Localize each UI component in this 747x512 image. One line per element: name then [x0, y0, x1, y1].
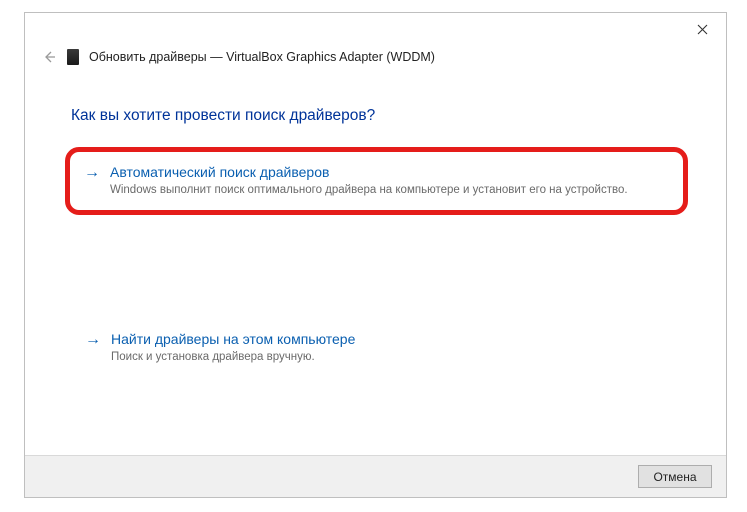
- dialog-window: Обновить драйверы — VirtualBox Graphics …: [24, 12, 727, 498]
- close-icon[interactable]: [688, 15, 716, 43]
- title-bar: [25, 13, 726, 45]
- header-row: Обновить драйверы — VirtualBox Graphics …: [25, 45, 726, 65]
- option-auto-search[interactable]: → Автоматический поиск драйверов Windows…: [65, 147, 688, 215]
- window-title: Обновить драйверы — VirtualBox Graphics …: [89, 50, 435, 64]
- arrow-right-icon: →: [84, 163, 100, 183]
- device-icon: [67, 49, 79, 65]
- content-area: Как вы хотите провести поиск драйверов? …: [25, 65, 726, 375]
- option-manual-search[interactable]: → Найти драйверы на этом компьютере Поис…: [71, 319, 686, 375]
- option-manual-title: Найти драйверы на этом компьютере: [111, 329, 355, 349]
- option-manual-desc: Поиск и установка драйвера вручную.: [111, 351, 668, 363]
- option-auto-title: Автоматический поиск драйверов: [110, 162, 329, 182]
- arrow-right-icon: →: [85, 330, 101, 350]
- dialog-footer: Отмена: [25, 455, 726, 497]
- back-arrow-icon[interactable]: [41, 49, 57, 65]
- option-auto-desc: Windows выполнит поиск оптимального драй…: [110, 184, 665, 196]
- cancel-button[interactable]: Отмена: [638, 465, 712, 488]
- heading-question: Как вы хотите провести поиск драйверов?: [71, 107, 686, 125]
